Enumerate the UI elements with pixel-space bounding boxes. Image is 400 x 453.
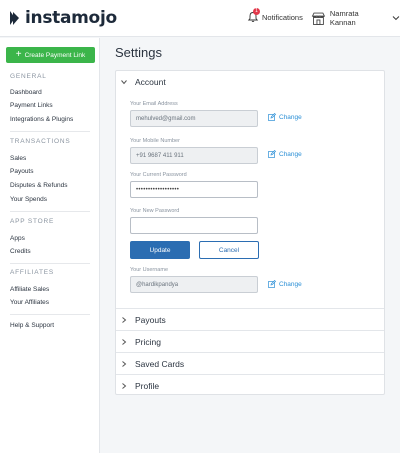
brand-name: instamojo bbox=[25, 8, 117, 28]
sidebar: + Create Payment Link GENERAL Dashboard … bbox=[0, 38, 100, 453]
sidebar-item-payment-links[interactable]: Payment Links bbox=[10, 102, 53, 109]
page-title: Settings bbox=[115, 45, 162, 60]
chevron-right-icon bbox=[122, 382, 127, 389]
sidebar-item-credits[interactable]: Credits bbox=[10, 248, 31, 255]
top-bar: instamojo 1 Notifications Namrata Kannan bbox=[0, 0, 400, 37]
settings-card: Account Your Email Address mehulved@gmai… bbox=[115, 70, 385, 395]
cancel-button[interactable]: Cancel bbox=[199, 241, 259, 259]
chevron-down-icon bbox=[392, 16, 400, 21]
change-email-link[interactable]: Change bbox=[268, 113, 302, 121]
store-avatar-icon bbox=[311, 12, 326, 25]
saved-cards-section-title: Saved Cards bbox=[135, 358, 185, 369]
username-label: Your Username bbox=[130, 267, 169, 273]
change-mobile-link[interactable]: Change bbox=[268, 150, 302, 158]
profile-section-title: Profile bbox=[135, 380, 160, 391]
change-label: Change bbox=[279, 113, 302, 121]
pricing-section-title: Pricing bbox=[135, 336, 161, 347]
sidebar-divider bbox=[10, 211, 90, 212]
chevron-right-icon bbox=[122, 316, 127, 323]
sidebar-item-your-affiliates[interactable]: Your Affiliates bbox=[10, 299, 49, 306]
payouts-section-title: Payouts bbox=[135, 314, 166, 325]
instamojo-logo-icon bbox=[10, 11, 19, 25]
email-label: Your Email Address bbox=[130, 101, 178, 107]
section-header-general: GENERAL bbox=[10, 73, 47, 80]
payouts-section-header[interactable]: Payouts bbox=[116, 308, 384, 330]
section-header-app-store: APP STORE bbox=[10, 218, 55, 225]
mobile-field: +91 9687 411 911 bbox=[130, 147, 258, 164]
mobile-label: Your Mobile Number bbox=[130, 138, 180, 144]
edit-icon bbox=[268, 280, 276, 288]
brand-logo[interactable]: instamojo bbox=[9, 8, 117, 28]
change-label: Change bbox=[279, 150, 302, 158]
sidebar-divider bbox=[10, 314, 90, 315]
username-field: @hardikpandya bbox=[130, 276, 258, 293]
edit-icon bbox=[268, 113, 276, 121]
sidebar-item-disputes[interactable]: Disputes & Refunds bbox=[10, 182, 67, 189]
new-password-label: Your New Password bbox=[130, 208, 180, 214]
chevron-down-icon bbox=[121, 80, 127, 85]
edit-icon bbox=[268, 150, 276, 158]
change-username-link[interactable]: Change bbox=[268, 280, 302, 288]
notifications-label: Notifications bbox=[262, 12, 303, 22]
sidebar-item-affiliate-sales[interactable]: Affiliate Sales bbox=[10, 286, 49, 293]
pricing-section-header[interactable]: Pricing bbox=[116, 330, 384, 352]
chevron-right-icon bbox=[122, 338, 127, 345]
new-password-field[interactable] bbox=[130, 217, 258, 234]
sidebar-item-apps[interactable]: Apps bbox=[10, 235, 25, 242]
account-section-title: Account bbox=[135, 77, 166, 87]
sidebar-item-dashboard[interactable]: Dashboard bbox=[10, 89, 42, 96]
sidebar-item-integrations[interactable]: Integrations & Plugins bbox=[10, 116, 73, 123]
sidebar-divider bbox=[10, 263, 90, 264]
update-button[interactable]: Update bbox=[130, 241, 190, 259]
current-password-field[interactable]: •••••••••••••••••• bbox=[130, 181, 258, 198]
create-payment-link-button[interactable]: + Create Payment Link bbox=[6, 47, 95, 63]
create-payment-link-label: Create Payment Link bbox=[24, 51, 86, 59]
saved-cards-section-header[interactable]: Saved Cards bbox=[116, 352, 384, 374]
sidebar-item-spends[interactable]: Your Spends bbox=[10, 196, 47, 203]
sidebar-item-help[interactable]: Help & Support bbox=[10, 322, 54, 329]
chevron-right-icon bbox=[122, 360, 127, 367]
sidebar-item-sales[interactable]: Sales bbox=[10, 155, 26, 162]
section-header-affiliates: AFFILIATES bbox=[10, 269, 54, 276]
bell-icon: 1 bbox=[247, 8, 260, 23]
notifications-button[interactable]: 1 Notifications bbox=[247, 8, 303, 23]
sidebar-divider bbox=[10, 131, 90, 132]
email-field: mehulved@gmail.com bbox=[130, 110, 258, 127]
sidebar-item-payouts[interactable]: Payouts bbox=[10, 168, 34, 175]
account-section-header[interactable]: Account bbox=[116, 71, 384, 93]
user-menu[interactable]: Namrata Kannan bbox=[311, 9, 400, 27]
profile-section-header[interactable]: Profile bbox=[116, 374, 384, 396]
user-name: Namrata Kannan bbox=[329, 9, 359, 27]
section-header-transactions: TRANSACTIONS bbox=[10, 138, 71, 145]
plus-icon: + bbox=[15, 49, 22, 60]
current-password-label: Your Current Password bbox=[130, 172, 187, 178]
notification-count-badge: 1 bbox=[253, 8, 260, 15]
change-label: Change bbox=[279, 280, 302, 288]
